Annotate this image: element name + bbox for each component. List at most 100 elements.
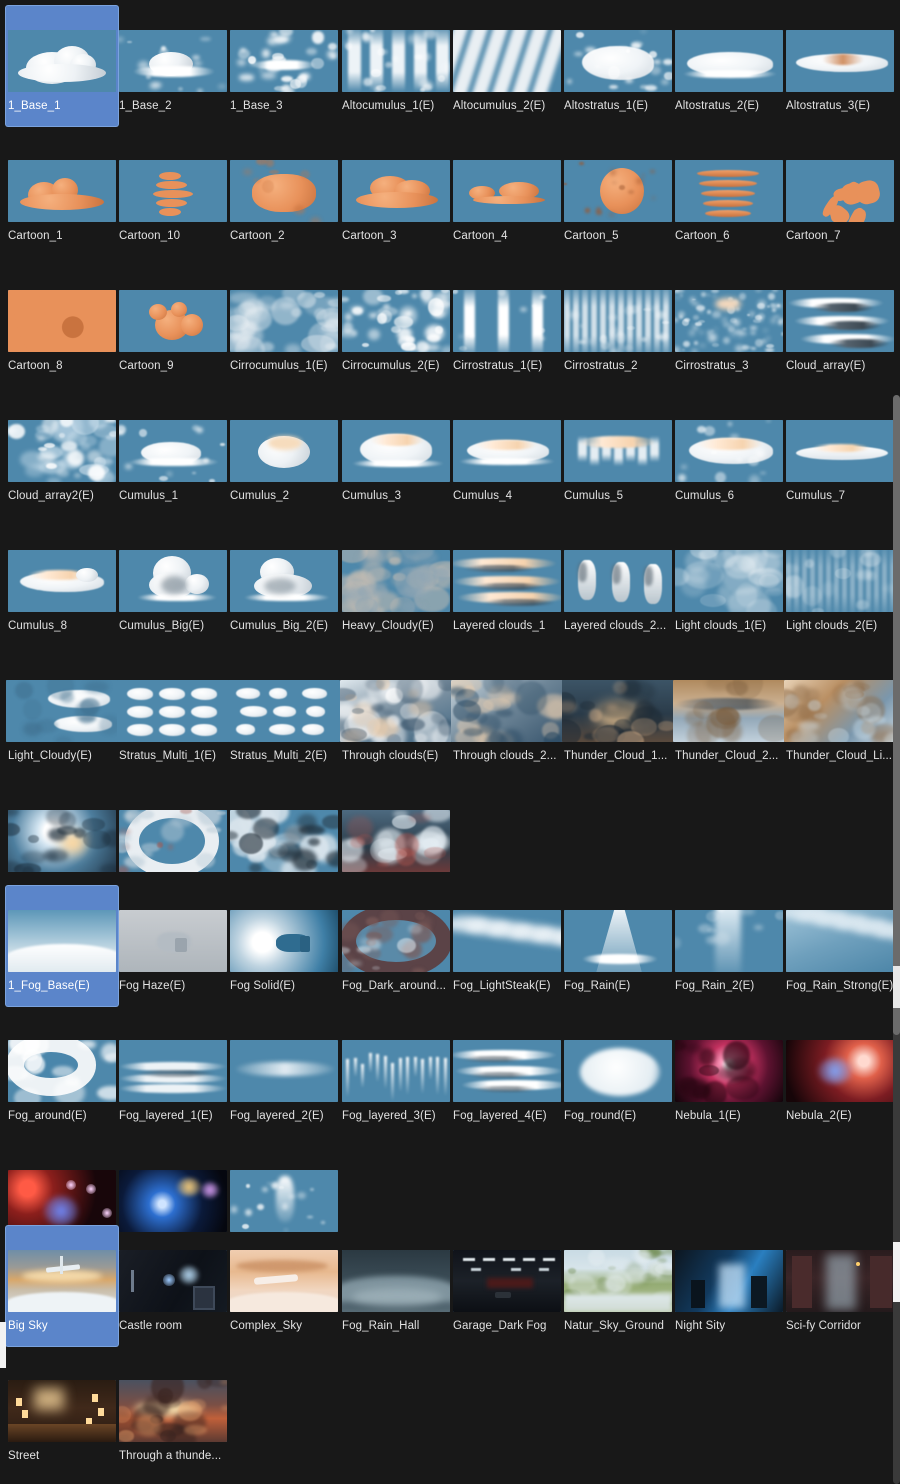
- asset-tile[interactable]: Cirrocumulus_1(E): [228, 266, 340, 384]
- asset-thumbnail[interactable]: [230, 290, 338, 352]
- asset-tile[interactable]: Cartoon_10: [117, 136, 229, 254]
- asset-tile[interactable]: Fog Solid(E): [228, 886, 340, 1004]
- asset-tile[interactable]: [117, 786, 229, 876]
- asset-thumbnail[interactable]: [675, 160, 783, 222]
- asset-thumbnail[interactable]: [119, 910, 227, 972]
- asset-thumbnail[interactable]: [230, 1040, 338, 1102]
- scrollbar-thumb[interactable]: [893, 395, 900, 1035]
- asset-thumbnail[interactable]: [230, 810, 338, 872]
- asset-tile[interactable]: [6, 1146, 118, 1236]
- asset-tile[interactable]: Stratus_Multi_1(E): [117, 656, 229, 774]
- asset-thumbnail[interactable]: [342, 550, 450, 612]
- asset-tile[interactable]: Through a thunde...: [117, 1356, 229, 1474]
- asset-tile[interactable]: Fog_around(E): [6, 1016, 118, 1134]
- asset-thumbnail[interactable]: [453, 910, 561, 972]
- asset-thumbnail[interactable]: [8, 810, 116, 872]
- asset-tile[interactable]: Layered clouds_2...: [562, 526, 674, 644]
- asset-tile[interactable]: [6, 786, 118, 876]
- asset-thumbnail[interactable]: [8, 160, 116, 222]
- asset-tile[interactable]: Fog_LightSteak(E): [451, 886, 563, 1004]
- asset-thumbnail[interactable]: [675, 420, 783, 482]
- asset-thumbnail[interactable]: [119, 1380, 227, 1442]
- asset-tile[interactable]: 1_Base_3: [228, 6, 340, 124]
- asset-tile[interactable]: Nebula_1(E): [673, 1016, 785, 1134]
- asset-tile[interactable]: Cartoon_6: [673, 136, 785, 254]
- asset-thumbnail[interactable]: [786, 160, 894, 222]
- asset-thumbnail[interactable]: [8, 910, 116, 972]
- asset-grid-view[interactable]: 1_Base_1 1_Base_2 1_Base_3 Altocumulus_1(E)…: [0, 0, 900, 1484]
- asset-thumbnail[interactable]: [8, 550, 116, 612]
- asset-thumbnail[interactable]: [786, 420, 894, 482]
- asset-tile[interactable]: Cartoon_2: [228, 136, 340, 254]
- asset-tile[interactable]: Fog_layered_4(E): [451, 1016, 563, 1134]
- asset-tile[interactable]: Cumulus_1: [117, 396, 229, 514]
- asset-thumbnail[interactable]: [342, 290, 450, 352]
- asset-thumbnail[interactable]: [8, 420, 116, 482]
- asset-tile[interactable]: Fog_layered_1(E): [117, 1016, 229, 1134]
- asset-thumbnail[interactable]: [786, 910, 894, 972]
- asset-tile[interactable]: Cirrocumulus_2(E): [340, 266, 452, 384]
- asset-tile[interactable]: Cartoon_3: [340, 136, 452, 254]
- asset-thumbnail[interactable]: [8, 1380, 116, 1442]
- asset-thumbnail[interactable]: [342, 30, 450, 92]
- asset-tile[interactable]: Cartoon_4: [451, 136, 563, 254]
- asset-tile[interactable]: Cirrostratus_2: [562, 266, 674, 384]
- asset-thumbnail[interactable]: [451, 680, 563, 742]
- asset-tile[interactable]: Fog_layered_3(E): [340, 1016, 452, 1134]
- asset-tile[interactable]: Altocumulus_1(E): [340, 6, 452, 124]
- asset-tile[interactable]: Light_Cloudy(E): [6, 656, 118, 774]
- asset-thumbnail[interactable]: [119, 30, 227, 92]
- asset-tile[interactable]: Fog_Rain_Strong(E): [784, 886, 896, 1004]
- asset-thumbnail[interactable]: [453, 30, 561, 92]
- asset-tile[interactable]: Heavy_Cloudy(E): [340, 526, 452, 644]
- asset-tile[interactable]: 1_Base_2: [117, 6, 229, 124]
- asset-thumbnail[interactable]: [564, 290, 672, 352]
- asset-thumbnail[interactable]: [230, 160, 338, 222]
- asset-tile[interactable]: Cartoon_7: [784, 136, 896, 254]
- asset-tile[interactable]: Through clouds(E): [340, 656, 452, 774]
- asset-tile[interactable]: Cirrostratus_1(E): [451, 266, 563, 384]
- asset-tile[interactable]: Altocumulus_2(E): [451, 6, 563, 124]
- asset-thumbnail[interactable]: [564, 550, 672, 612]
- asset-tile[interactable]: 1_Fog_Base(E): [6, 886, 118, 1004]
- asset-thumbnail[interactable]: [230, 910, 338, 972]
- asset-tile[interactable]: Cumulus_Big(E): [117, 526, 229, 644]
- asset-tile[interactable]: Cumulus_7: [784, 396, 896, 514]
- asset-tile[interactable]: [117, 1146, 229, 1236]
- asset-tile[interactable]: Street: [6, 1356, 118, 1474]
- asset-tile[interactable]: Cartoon_1: [6, 136, 118, 254]
- asset-tile[interactable]: Nebula_2(E): [784, 1016, 896, 1134]
- asset-thumbnail[interactable]: [564, 1250, 672, 1312]
- asset-thumbnail[interactable]: [119, 550, 227, 612]
- asset-thumbnail[interactable]: [342, 810, 450, 872]
- asset-thumbnail[interactable]: [230, 30, 338, 92]
- asset-tile[interactable]: [228, 786, 340, 876]
- asset-tile[interactable]: Cirrostratus_3: [673, 266, 785, 384]
- asset-tile[interactable]: Fog_Rain(E): [562, 886, 674, 1004]
- vertical-scrollbar[interactable]: [893, 395, 900, 1484]
- asset-thumbnail[interactable]: [564, 30, 672, 92]
- asset-tile[interactable]: Big Sky: [6, 1226, 118, 1344]
- asset-tile[interactable]: [228, 1146, 340, 1236]
- asset-thumbnail[interactable]: [119, 810, 227, 872]
- asset-thumbnail[interactable]: [675, 1040, 783, 1102]
- asset-tile[interactable]: Castle room: [117, 1226, 229, 1344]
- asset-tile[interactable]: Cumulus_Big_2(E): [228, 526, 340, 644]
- asset-thumbnail[interactable]: [8, 1250, 116, 1312]
- asset-tile[interactable]: [340, 786, 452, 876]
- asset-tile[interactable]: Cumulus_3: [340, 396, 452, 514]
- asset-thumbnail[interactable]: [675, 290, 783, 352]
- asset-thumbnail[interactable]: [119, 1040, 227, 1102]
- asset-thumbnail[interactable]: [342, 910, 450, 972]
- asset-tile[interactable]: Natur_Sky_Ground: [562, 1226, 674, 1344]
- asset-thumbnail[interactable]: [675, 30, 783, 92]
- asset-tile[interactable]: Through clouds_2...: [451, 656, 563, 774]
- asset-thumbnail[interactable]: [675, 1250, 783, 1312]
- asset-tile[interactable]: Thunder_Cloud_2...: [673, 656, 785, 774]
- asset-thumbnail[interactable]: [340, 680, 452, 742]
- asset-tile[interactable]: Night Sity: [673, 1226, 785, 1344]
- asset-tile[interactable]: Cumulus_5: [562, 396, 674, 514]
- asset-thumbnail[interactable]: [786, 30, 894, 92]
- asset-thumbnail[interactable]: [119, 1170, 227, 1232]
- asset-tile[interactable]: Fog_layered_2(E): [228, 1016, 340, 1134]
